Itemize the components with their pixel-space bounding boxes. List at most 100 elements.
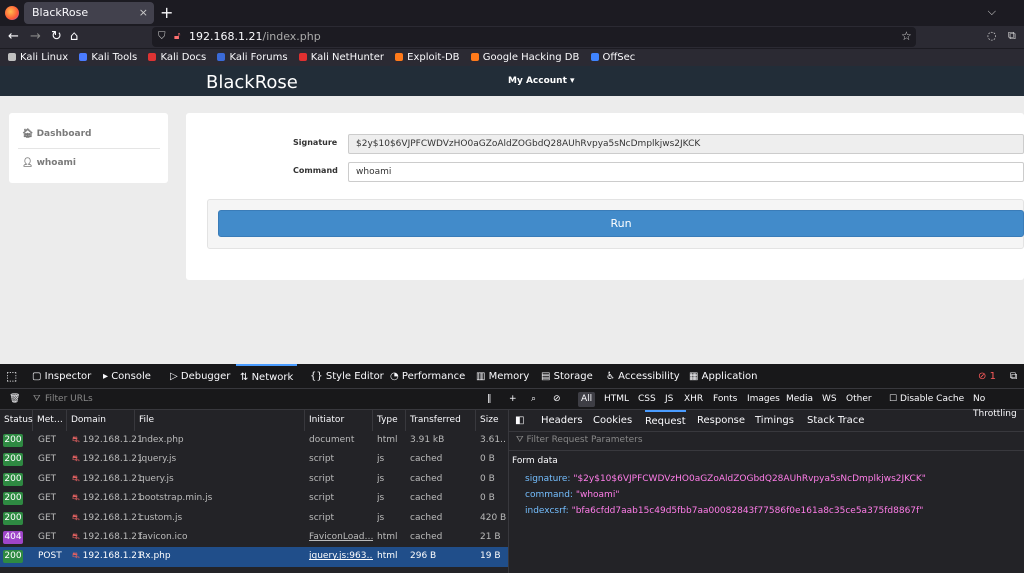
tab-performance[interactable]: ◔ Performance xyxy=(390,364,465,389)
disable-cache-checkbox[interactable]: ☐ Disable Cache xyxy=(886,392,967,407)
pocket-icon[interactable]: ◌ xyxy=(987,29,997,42)
extensions-icon[interactable]: ⧉ xyxy=(1008,29,1016,43)
insecure-lock-icon[interactable]: 🔓︎ xyxy=(174,31,180,42)
filter-js[interactable]: JS xyxy=(662,392,676,407)
filter-media[interactable]: Media xyxy=(783,392,816,407)
transferred-cell: cached xyxy=(410,512,443,523)
block-icon[interactable]: ⊘ xyxy=(550,392,564,407)
col-type[interactable]: Type xyxy=(373,410,406,431)
bookmark-kali-docs[interactable]: Kali Docs xyxy=(148,49,206,67)
initiator-cell[interactable]: script xyxy=(309,509,373,528)
bookmark-kali-forums[interactable]: Kali Forums xyxy=(217,49,288,67)
col-file[interactable]: File xyxy=(135,410,305,431)
my-account-dropdown[interactable]: My Account ▾ xyxy=(508,76,575,86)
bookmark-star-icon[interactable]: ☆ xyxy=(901,29,912,43)
tab-style-editor[interactable]: {} Style Editor xyxy=(310,364,384,389)
table-row[interactable]: 200 GET ⛐ 192.168.1.21 bootstrap.min.js scri… xyxy=(0,489,508,508)
filter-html[interactable]: HTML xyxy=(601,392,632,407)
bookmark-google-hacking-db[interactable]: Google Hacking DB xyxy=(470,49,579,67)
tab-close-icon[interactable]: × xyxy=(139,2,148,24)
col-method[interactable]: Met… xyxy=(33,410,67,431)
tab-timings[interactable]: Timings xyxy=(755,410,794,431)
col-transferred[interactable]: Transferred xyxy=(406,410,476,431)
tab-storage[interactable]: ▤ Storage xyxy=(541,364,593,389)
initiator-cell[interactable]: document xyxy=(309,431,373,450)
tab-accessibility[interactable]: ♿︎ Accessibility xyxy=(606,364,680,389)
add-icon[interactable]: + xyxy=(506,392,520,407)
sidebar-item-whoami[interactable]: 👤︎ whoami xyxy=(22,158,76,168)
col-size[interactable]: Size xyxy=(476,410,508,431)
col-initiator[interactable]: Initiator xyxy=(305,410,373,431)
url-text[interactable]: 192.168.1.21/index.php xyxy=(189,30,321,43)
run-button[interactable]: Run xyxy=(218,210,1024,237)
form-data-command[interactable]: command: "whoami" xyxy=(525,490,619,500)
tab-cookies[interactable]: Cookies xyxy=(593,410,632,431)
table-row[interactable]: 404 GET ⛐ 192.168.1.21 favicon.ico FaviconLo… xyxy=(0,528,508,547)
tab-debugger[interactable]: ▷ Debugger xyxy=(170,364,230,389)
bookmark-exploit-db[interactable]: Exploit-DB xyxy=(395,49,460,67)
pause-icon[interactable]: ‖ xyxy=(484,392,495,407)
table-row[interactable]: 200 GET ⛐ 192.168.1.21 custom.js script js cac… xyxy=(0,509,508,528)
new-tab-button[interactable]: + xyxy=(160,3,173,22)
bookmark-kali-linux[interactable]: Kali Linux xyxy=(8,49,68,67)
bookmark-offsec[interactable]: OffSec xyxy=(590,49,635,67)
form-data-indexcsrf[interactable]: indexcsrf: "bfa6cfdd7aab15c49d5fbb7aa000… xyxy=(525,506,923,516)
google-hacking-db-icon xyxy=(470,53,479,61)
home-icon[interactable]: ⌂ xyxy=(70,27,78,47)
firefox-icon[interactable] xyxy=(5,6,19,20)
tab-network[interactable]: ⇅ Network xyxy=(236,364,298,389)
forward-icon[interactable]: → xyxy=(30,27,41,47)
table-row[interactable]: 200 GET ⛐ 192.168.1.21 jquery.js script js cac… xyxy=(0,450,508,469)
filter-xhr[interactable]: XHR xyxy=(681,392,706,407)
filter-urls-input[interactable]: Filter URLs xyxy=(42,392,96,407)
initiator-cell[interactable]: FaviconLoad… xyxy=(309,528,373,547)
shield-icon[interactable]: ⛉ xyxy=(158,31,166,42)
tab-request[interactable]: Request xyxy=(645,410,686,431)
dock-options-icon[interactable]: ⧉ xyxy=(1010,364,1017,389)
filter-all[interactable]: All xyxy=(578,392,596,407)
sidebar-item-dashboard[interactable]: 🏠︎ Dashboard xyxy=(22,129,91,139)
tab-memory[interactable]: ▥ Memory xyxy=(476,364,529,389)
sidebar-toggle-icon[interactable]: ◧ xyxy=(515,410,524,431)
filter-fonts[interactable]: Fonts xyxy=(710,392,740,407)
command-input[interactable]: whoami xyxy=(348,162,1024,182)
initiator-cell[interactable]: script xyxy=(309,450,373,469)
status-code: 404 xyxy=(3,531,23,544)
error-count-badge[interactable]: ⊘ 1 xyxy=(978,364,996,389)
filter-other[interactable]: Other xyxy=(843,392,875,407)
site-brand[interactable]: BlackRose xyxy=(206,72,298,93)
initiator-cell[interactable]: script xyxy=(309,489,373,508)
bookmark-kali-nethunter[interactable]: Kali NetHunter xyxy=(298,49,384,67)
tab-inspector[interactable]: ▢ Inspector xyxy=(32,364,91,389)
trash-icon[interactable]: 🗑︎ xyxy=(6,392,23,407)
element-picker-icon[interactable]: ⬚ xyxy=(6,364,17,389)
col-status[interactable]: Status xyxy=(0,410,33,431)
bookmark-kali-tools[interactable]: Kali Tools xyxy=(79,49,137,67)
tab-response[interactable]: Response xyxy=(697,410,745,431)
tab-application[interactable]: ▦ Application xyxy=(689,364,758,389)
reload-icon[interactable]: ↻ xyxy=(51,27,62,47)
tab-stack-trace[interactable]: Stack Trace xyxy=(807,410,864,431)
insecure-icon: ⛐ xyxy=(72,532,83,542)
form-data-signature[interactable]: signature: "$2y$10$6VJPFCWDVzHO0aGZoAldZ… xyxy=(525,474,926,484)
kali-tools-icon xyxy=(79,53,88,61)
filter-ws[interactable]: WS xyxy=(819,392,840,407)
back-icon[interactable]: ← xyxy=(8,27,19,47)
table-row[interactable]: 200 GET ⛐ 192.168.1.21 query.js script js cach… xyxy=(0,470,508,489)
tab-headers[interactable]: Headers xyxy=(541,410,583,431)
filter-images[interactable]: Images xyxy=(744,392,783,407)
browser-tab[interactable]: BlackRose × xyxy=(24,2,154,24)
tab-console[interactable]: ▸ Console xyxy=(103,364,151,389)
url-host: 192.168.1.21 xyxy=(189,30,263,43)
col-domain[interactable]: Domain xyxy=(67,410,135,431)
filter-request-input[interactable]: ⛛ Filter Request Parameters xyxy=(516,435,643,445)
table-row[interactable]: 200 GET ⛐ 192.168.1.21 index.php document htm… xyxy=(0,431,508,450)
initiator-cell[interactable]: script xyxy=(309,470,373,489)
table-row[interactable]: 200 POST ⛐ 192.168.1.21 Rx.php jquery.js:963… xyxy=(0,547,508,567)
tab-list-chevron-icon[interactable]: ⌵ xyxy=(988,5,996,19)
filter-css[interactable]: CSS xyxy=(635,392,659,407)
search-icon[interactable]: ⌕ xyxy=(528,392,539,407)
initiator-cell[interactable]: jquery.js:963… xyxy=(309,547,373,566)
signature-input[interactable]: $2y$10$6VJPFCWDVzHO0aGZoAldZOGbdQ28AUhRv… xyxy=(348,134,1024,154)
transferred-cell: 3.91 kB xyxy=(410,435,445,445)
